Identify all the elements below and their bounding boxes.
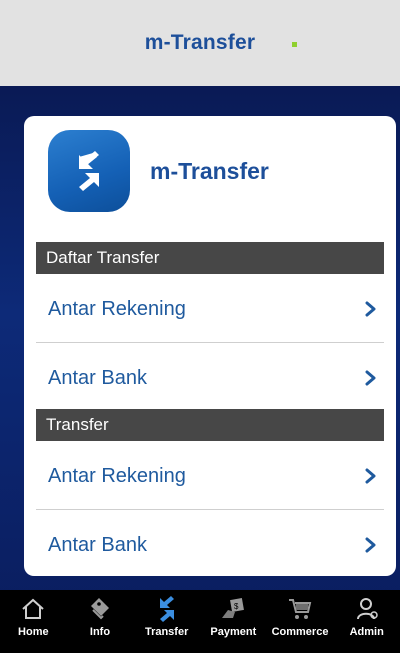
section-header-transfer: Transfer [36,409,384,441]
nav-admin[interactable]: Admin [333,590,400,653]
card-title: m-Transfer [150,158,269,184]
row-label: Antar Bank [48,366,147,389]
nav-payment[interactable]: $ Payment [200,590,267,653]
home-icon [18,594,48,624]
admin-icon [352,594,382,624]
section-header-daftar-transfer: Daftar Transfer [36,242,384,274]
transfer-card: m-Transfer Daftar Transfer Antar Rekenin… [24,116,396,576]
nav-label: Home [18,626,49,638]
transfer-icon [152,594,182,624]
cart-icon [285,594,315,624]
page-title: m-Transfer [144,31,256,54]
info-tag-icon [85,594,115,624]
daftar-antar-rekening-item[interactable]: Antar Rekening [36,274,384,344]
payment-icon: $ [218,594,248,624]
row-label: Antar Rekening [48,464,186,487]
screen: m-Transfer m-Transfer Daftar Transfer An… [0,0,400,653]
nav-info[interactable]: Info [67,590,134,653]
nav-commerce[interactable]: Commerce [267,590,334,653]
nav-transfer[interactable]: Transfer [133,590,200,653]
transfer-antar-bank-item[interactable]: Antar Bank [36,510,384,576]
top-bar: m-Transfer [0,0,400,86]
svg-text:$: $ [234,602,239,611]
chevron-right-icon [362,300,380,318]
nav-home[interactable]: Home [0,590,67,653]
chevron-right-icon [362,369,380,387]
row-label: Antar Bank [48,533,147,556]
nav-label: Payment [210,626,257,638]
nav-label: Commerce [271,626,329,638]
transfer-arrows-icon [48,130,130,212]
status-dot [292,42,297,47]
daftar-antar-bank-item[interactable]: Antar Bank [36,343,384,413]
nav-label: Info [89,626,111,638]
transfer-antar-rekening-item[interactable]: Antar Rekening [36,441,384,511]
nav-label: Transfer [144,626,189,638]
nav-label: Admin [349,626,384,638]
row-label: Antar Rekening [48,297,186,320]
card-header: m-Transfer [24,116,396,242]
chevron-right-icon [362,536,380,554]
bottom-nav: Home Info Transfer $ Payment Commerce Ad… [0,590,400,653]
chevron-right-icon [362,467,380,485]
